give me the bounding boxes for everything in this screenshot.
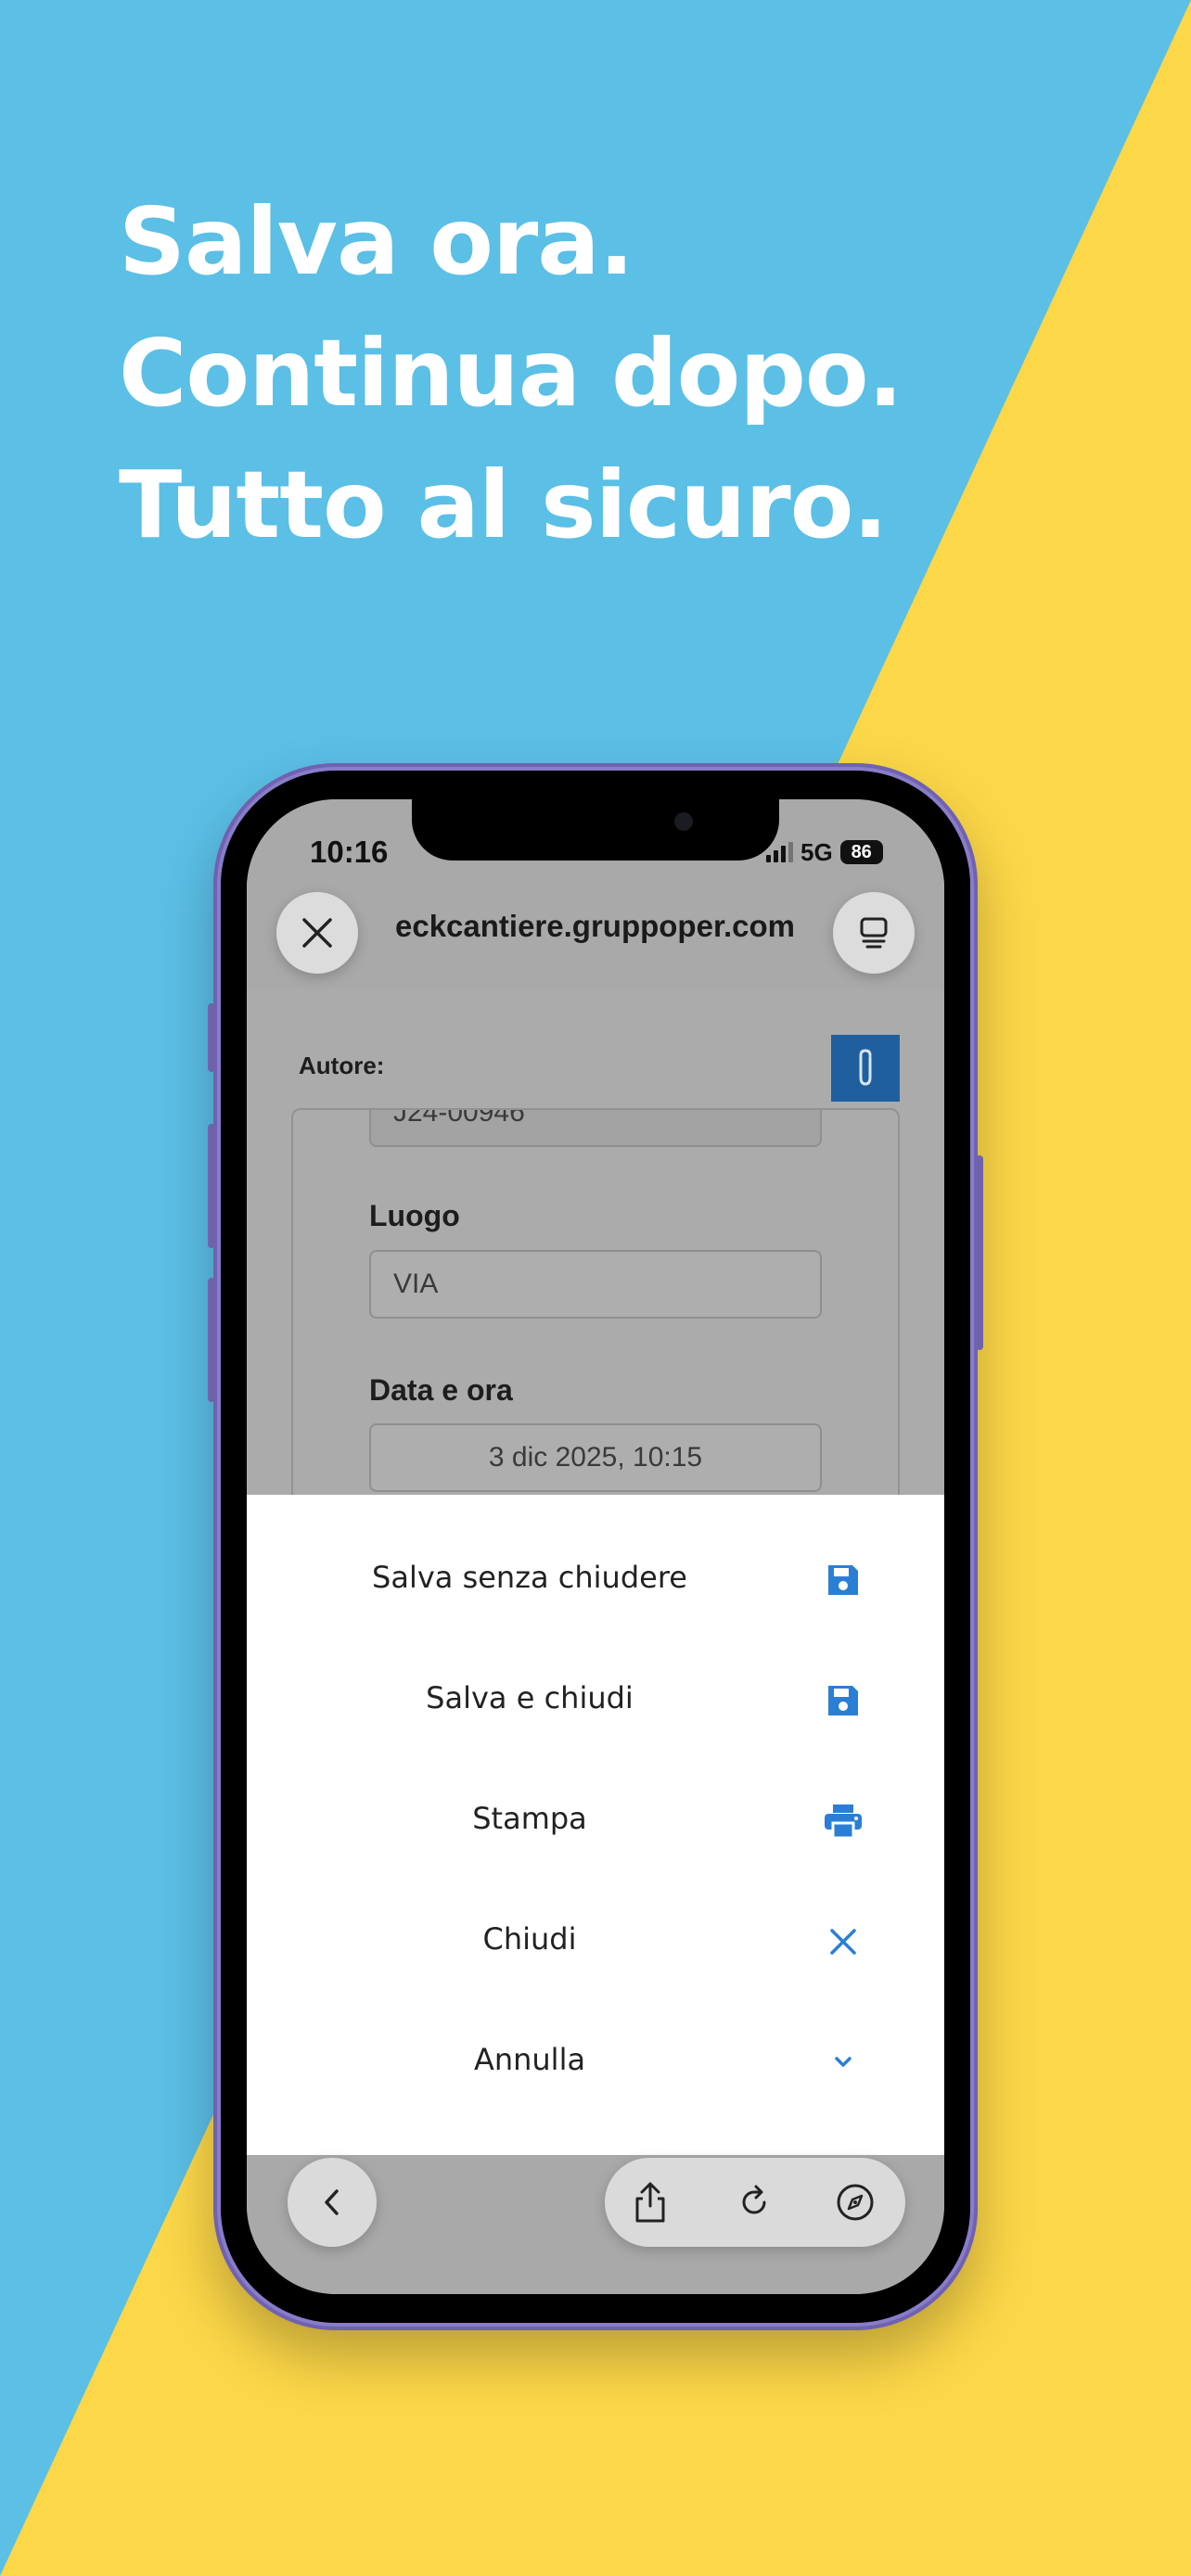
back-button[interactable] <box>288 2158 377 2247</box>
tab-overview-icon <box>860 917 888 949</box>
reload-icon <box>742 2185 766 2214</box>
headline-line-2: Continua dopo. <box>119 319 903 427</box>
browser-close-button[interactable] <box>276 892 358 974</box>
status-indicators: 5G 86 <box>766 838 883 866</box>
close-button[interactable]: Chiudi <box>247 1881 944 2001</box>
sheet-item-label: Salva senza chiudere <box>372 1560 687 1595</box>
attachment-button[interactable] <box>831 1035 900 1102</box>
network-type: 5G <box>800 837 833 866</box>
compass-icon <box>837 2184 874 2221</box>
paperclip-icon <box>859 1049 872 1086</box>
save-and-close-button[interactable]: Salva e chiudi <box>247 1639 944 1760</box>
reload-button[interactable] <box>726 2174 782 2230</box>
close-icon <box>302 918 332 948</box>
sheet-item-label: Annulla <box>473 2042 586 2077</box>
printer-icon <box>822 1800 864 1843</box>
print-button[interactable]: Stampa <box>247 1760 944 1881</box>
url-text[interactable]: eckcantiere.gruppoper.com <box>395 909 831 944</box>
chevron-left-icon <box>325 2189 339 2215</box>
status-time: 10:16 <box>310 835 389 869</box>
notch <box>412 799 779 861</box>
sheet-item-label: Chiudi <box>482 1921 577 1957</box>
author-label: Autore: <box>299 1052 385 1079</box>
battery-icon: 86 <box>839 840 883 864</box>
share-icon <box>635 2182 665 2223</box>
chevron-down-icon <box>822 2041 864 2084</box>
floppy-disk-icon <box>822 1679 864 1722</box>
sheet-item-label: Stampa <box>472 1801 587 1836</box>
phone-screen: 10:16 5G 86 eckcantiere.gruppoper.com Au… <box>247 799 944 2294</box>
date-field[interactable]: 3 dic 2025, 10:15 <box>369 1423 822 1492</box>
headline-line-3: Tutto al sicuro. <box>119 451 888 559</box>
signal-icon <box>766 842 793 862</box>
form-container: J24-00946 Luogo VIA Data e ora 3 dic 202… <box>291 1108 900 1553</box>
browser-actions-pill <box>605 2158 905 2247</box>
place-field[interactable]: VIA <box>369 1250 822 1319</box>
floppy-disk-icon <box>822 1559 864 1601</box>
headline: Salva ora. Continua dopo. Tutto al sicur… <box>119 176 1046 571</box>
close-icon <box>822 1920 864 1963</box>
front-camera <box>674 812 693 831</box>
share-button[interactable] <box>622 2174 678 2230</box>
place-label: Luogo <box>369 1199 460 1232</box>
cancel-button[interactable]: Annulla <box>247 2001 944 2122</box>
code-field[interactable]: J24-00946 <box>369 1110 822 1147</box>
compass-button[interactable] <box>827 2174 883 2230</box>
headline-line-1: Salva ora. <box>119 187 634 296</box>
browser-tabs-button[interactable] <box>833 892 915 974</box>
sheet-item-label: Salva e chiudi <box>426 1680 634 1715</box>
save-no-close-button[interactable]: Salva senza chiudere <box>247 1519 944 1639</box>
date-label: Data e ora <box>369 1373 513 1407</box>
action-sheet: Salva senza chiudere Salva e chiudi Stam… <box>247 1495 944 2155</box>
